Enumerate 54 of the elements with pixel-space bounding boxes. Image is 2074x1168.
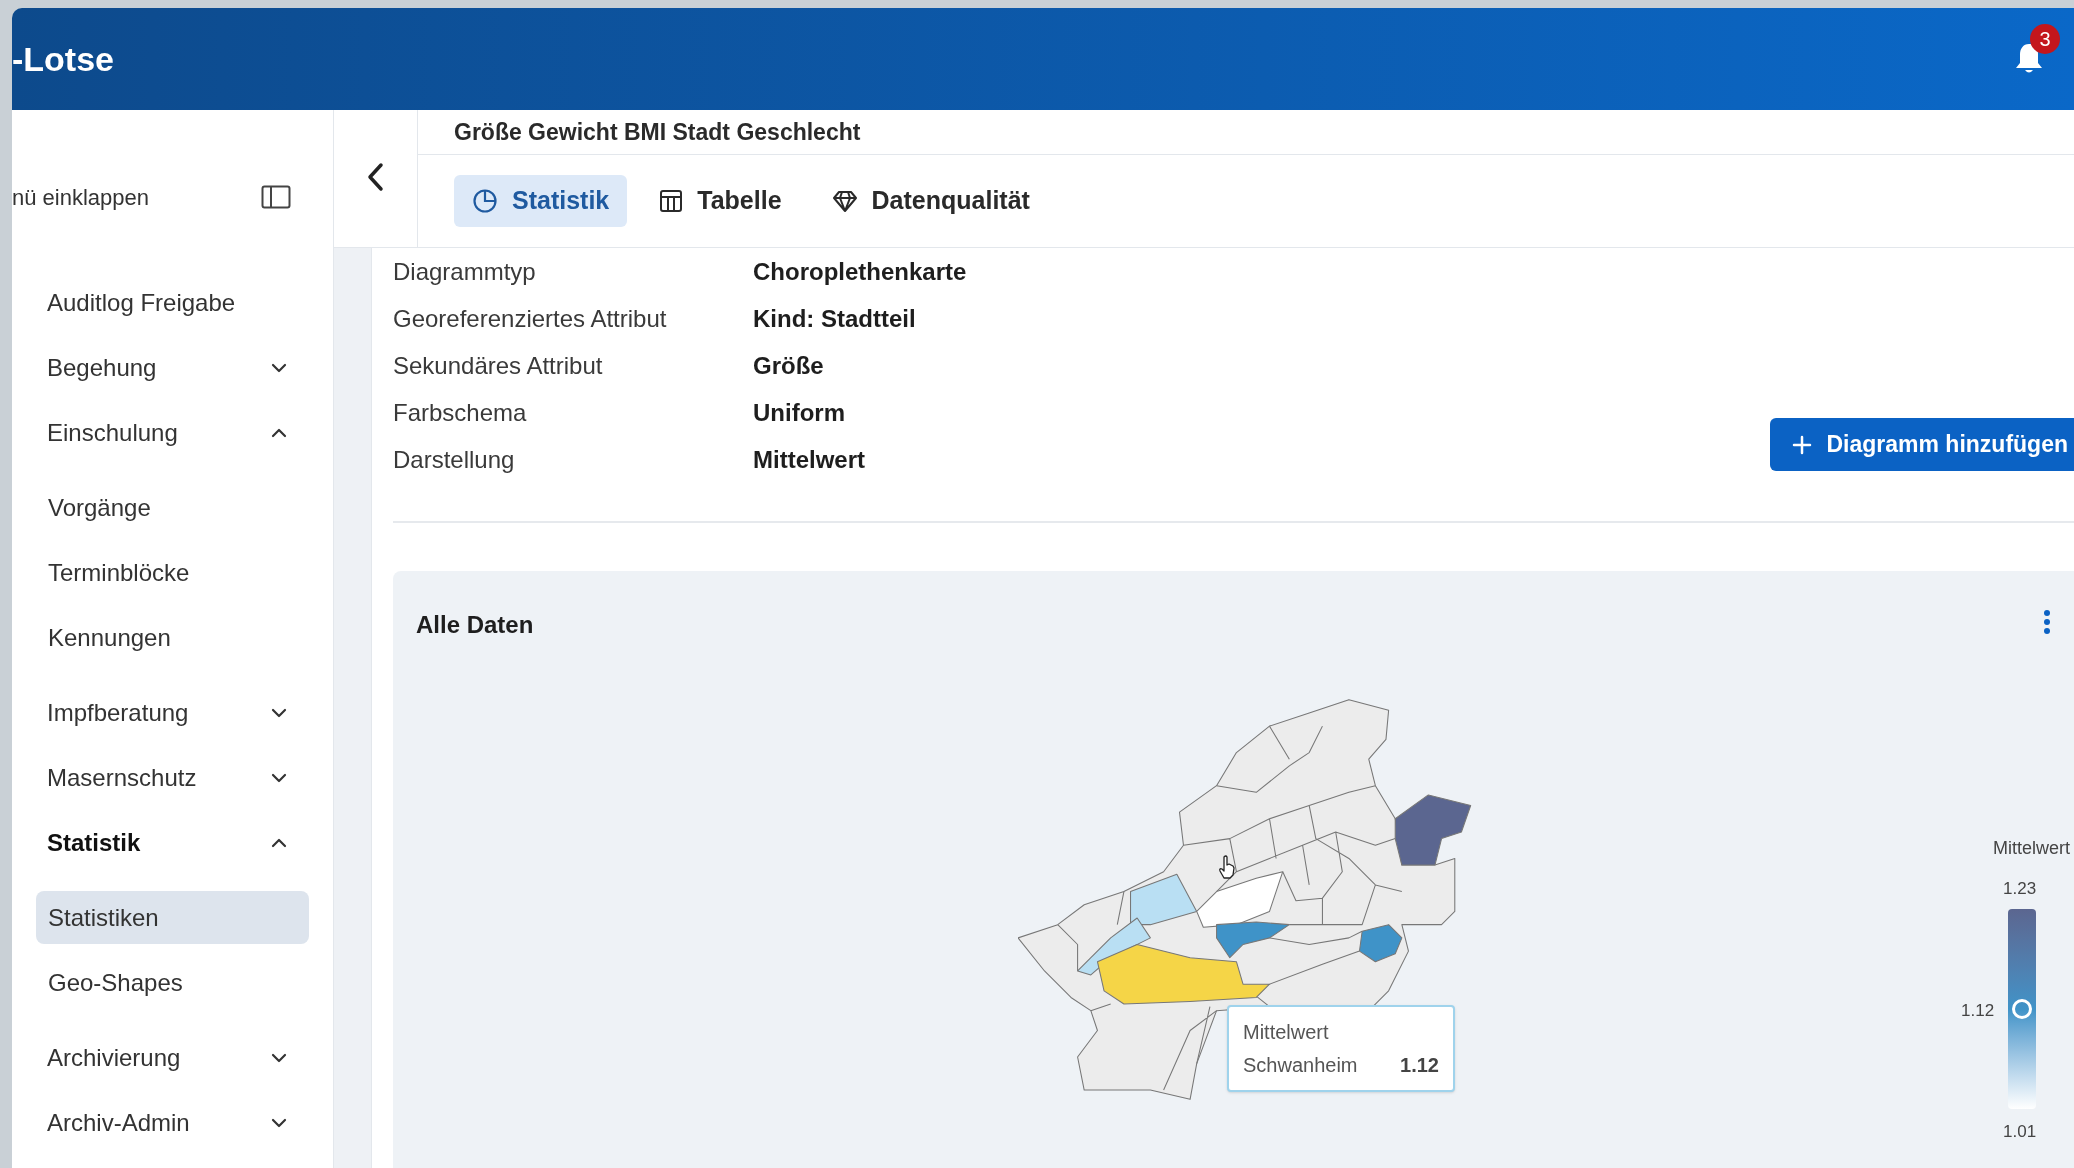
sidebar-item[interactable]: Auditlog Freigabe xyxy=(12,270,333,335)
chevron-down-icon xyxy=(271,362,287,373)
sidebar-item[interactable]: Impfberatung xyxy=(12,680,333,745)
sidebar-item[interactable]: Archiv-Admin xyxy=(12,1090,333,1155)
legend-value-label: 1.12 xyxy=(1961,1000,1995,1022)
property-value: Choroplethenkarte xyxy=(753,256,967,287)
legend-title: Mittelwert xyxy=(1993,837,2070,860)
chevron-up-icon xyxy=(271,427,287,438)
property-label: Farbschema xyxy=(393,397,528,428)
property-label: Darstellung xyxy=(393,444,516,475)
legend-max-label: 1.23 xyxy=(2003,878,2037,900)
property-label: Sekundäres Attribut xyxy=(393,350,604,381)
app-title: -Lotse xyxy=(12,38,114,80)
scale-marker[interactable] xyxy=(2012,999,2032,1019)
page-title: Größe Gewicht BMI Stadt Geschlecht xyxy=(454,117,861,147)
card-title: Alle Daten xyxy=(416,610,534,640)
sidebar-subitem[interactable]: Statistiken xyxy=(36,891,309,944)
property-value: Uniform xyxy=(753,397,845,428)
tab[interactable]: Datenqualität xyxy=(813,175,1048,227)
sidebar-item[interactable]: Begehung xyxy=(12,335,333,400)
chevron-down-icon xyxy=(271,707,287,718)
property-value: Größe xyxy=(753,350,824,381)
sidebar-item[interactable]: Einschulung xyxy=(12,400,333,465)
sidebar-subitem[interactable]: Kennungen xyxy=(36,611,309,664)
sidebar-toggle-icon[interactable] xyxy=(261,185,291,209)
property-value: Kind: Stadtteil xyxy=(753,303,916,334)
sidebar-subitem[interactable]: Geo-Shapes xyxy=(36,956,309,1009)
chevron-up-icon xyxy=(271,837,287,848)
notification-badge: 3 xyxy=(2030,24,2060,54)
tooltip-label: Schwanheim xyxy=(1243,1053,1358,1078)
property-value: Mittelwert xyxy=(753,444,865,475)
sidebar-subitem[interactable]: Terminblöcke xyxy=(36,546,309,599)
hand-cursor-icon xyxy=(1218,855,1236,879)
diamond-icon xyxy=(831,189,858,213)
sidebar-item[interactable]: Masernschutz xyxy=(12,745,333,810)
plus-icon xyxy=(1792,434,1813,455)
sidebar-subitem[interactable]: Vorgänge xyxy=(36,481,309,534)
tooltip-title: Mittelwert xyxy=(1243,1020,1330,1045)
chevron-down-icon xyxy=(271,772,287,783)
tab[interactable]: Statistik xyxy=(454,175,628,227)
pie-chart-icon xyxy=(472,188,498,214)
tooltip-value: 1.12 xyxy=(1400,1053,1439,1078)
chevron-down-icon xyxy=(271,1117,287,1128)
tab[interactable]: Tabelle xyxy=(641,175,800,227)
sidebar-item[interactable]: Archivierung xyxy=(12,1025,333,1090)
chevron-down-icon xyxy=(271,1052,287,1063)
more-options-icon[interactable] xyxy=(2043,609,2051,635)
add-chart-button[interactable]: Diagramm hinzufügen xyxy=(1770,418,2074,471)
property-label: Diagrammtyp xyxy=(393,256,537,287)
property-label: Georeferenziertes Attribut xyxy=(393,303,668,334)
table-icon xyxy=(659,189,684,213)
legend-min-label: 1.01 xyxy=(2003,1121,2037,1143)
sidebar-item[interactable]: Statistik xyxy=(12,810,333,875)
collapse-menu-label[interactable]: nü einklappen xyxy=(12,180,149,214)
